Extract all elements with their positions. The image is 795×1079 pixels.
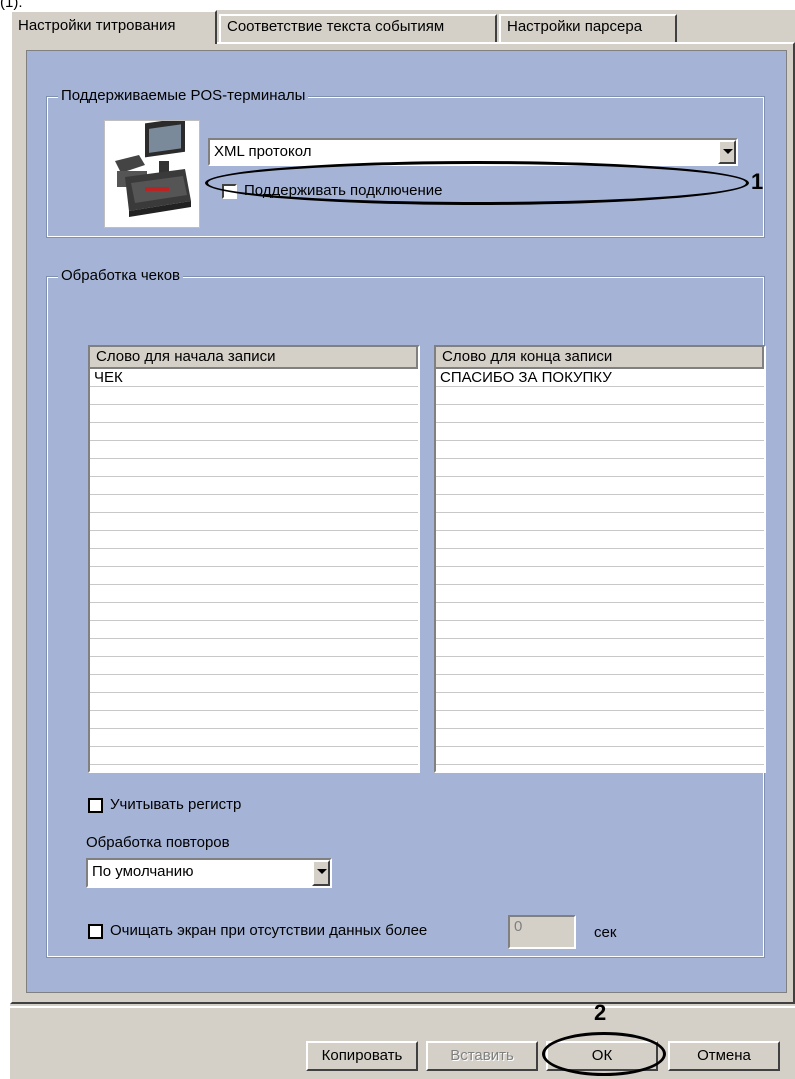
start-words-header[interactable]: Слово для начала записи [90, 347, 418, 369]
support-connection-label: Поддерживать подключение [244, 182, 443, 199]
end-words-list[interactable]: Слово для конца записи СПАСИБО ЗА ПОКУПК… [434, 345, 766, 773]
copy-button[interactable]: Копировать [306, 1041, 418, 1071]
cancel-button[interactable]: Отмена [668, 1041, 780, 1071]
annotation-marker-2: 2 [594, 1000, 607, 1025]
case-sensitive-label: Учитывать регистр [110, 796, 242, 813]
repeat-processing-select[interactable]: По умолчанию [86, 858, 332, 888]
start-words-list[interactable]: Слово для начала записи ЧЕК [88, 345, 420, 773]
end-words-rows: СПАСИБО ЗА ПОКУПКУ [436, 369, 764, 771]
pos-terminals-group: Поддерживаемые POS-терминалы XML протоко… [46, 87, 765, 238]
settings-dialog: Настройки титрования Соответствие текста… [10, 10, 795, 1079]
case-sensitive-checkbox[interactable] [88, 798, 103, 813]
tab-parser-settings[interactable]: Настройки парсера [499, 14, 677, 42]
tab-bar: Настройки титрования Соответствие текста… [10, 10, 795, 44]
list-item[interactable]: СПАСИБО ЗА ПОКУПКУ [436, 369, 764, 387]
chevron-down-icon[interactable] [312, 860, 330, 886]
start-words-rows: ЧЕК [90, 369, 418, 771]
settings-area: Поддерживаемые POS-терминалы XML протоко… [26, 50, 787, 993]
seconds-unit-label: сек [594, 924, 617, 941]
check-processing-group: Обработка чеков Слово для начала записи … [46, 267, 766, 958]
pos-protocol-select[interactable]: XML протокол [208, 138, 738, 166]
repeat-processing-label: Обработка повторов [86, 834, 230, 851]
annotation-marker-1: 1 [751, 169, 764, 194]
support-connection-checkbox[interactable] [222, 184, 237, 199]
paste-button[interactable]: Вставить [426, 1041, 538, 1071]
pos-terminal-image [104, 117, 200, 228]
ok-button[interactable]: ОК [546, 1041, 658, 1071]
tab-titling-settings[interactable]: Настройки титрования [10, 10, 217, 44]
chevron-down-icon[interactable] [718, 140, 736, 164]
end-words-header[interactable]: Слово для конца записи [436, 347, 764, 369]
clear-screen-checkbox[interactable] [88, 924, 103, 939]
repeat-processing-value: По умолчанию [92, 863, 194, 880]
list-item[interactable]: ЧЕК [90, 369, 418, 387]
check-processing-legend: Обработка чеков [58, 267, 184, 284]
clear-screen-seconds-input[interactable]: 0 [508, 915, 576, 949]
clear-screen-label: Очищать экран при отсутствии данных боле… [110, 922, 428, 939]
pos-protocol-value: XML протокол [214, 143, 312, 160]
pos-terminals-legend: Поддерживаемые POS-терминалы [58, 87, 309, 104]
tab-text-event-mapping[interactable]: Соответствие текста событиям [219, 14, 497, 42]
pos-terminal-icon [115, 117, 191, 217]
tab-panel: Поддерживаемые POS-терминалы XML протоко… [10, 42, 795, 1004]
bottom-separator [10, 1006, 795, 1008]
